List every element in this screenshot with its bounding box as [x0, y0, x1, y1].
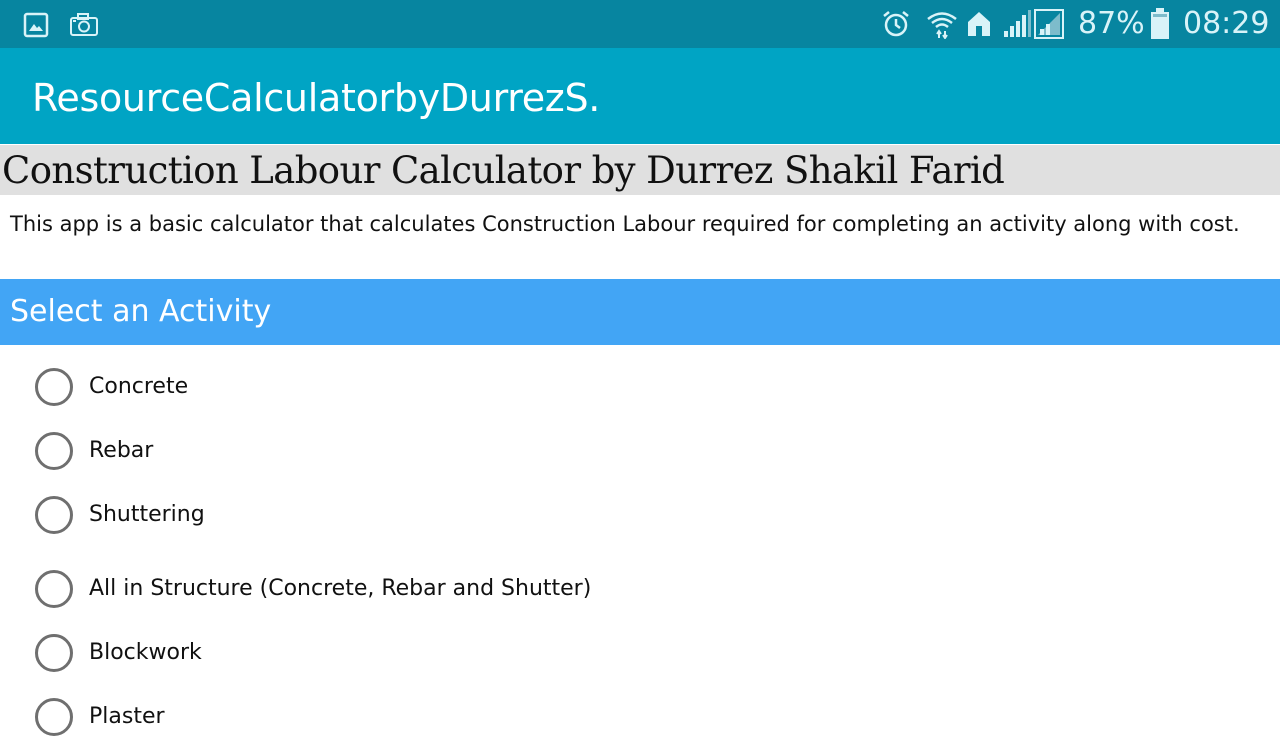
app-description: This app is a basic calculator that calc… [10, 212, 1240, 236]
radio-shuttering[interactable]: Shuttering [35, 492, 205, 538]
radio-label: Concrete [89, 374, 189, 399]
gallery-icon [23, 12, 49, 42]
radio-button-icon[interactable] [35, 368, 73, 406]
camera-icon [69, 12, 99, 42]
wifi-icon [926, 9, 958, 43]
alarm-icon [881, 9, 911, 43]
status-bar: 87% 08:29 [0, 0, 1280, 48]
app-title: ResourceCalculatorbyDurrezS. [32, 76, 601, 120]
section-header: Select an Activity [0, 279, 1280, 345]
radio-all-in-structure[interactable]: All in Structure (Concrete, Rebar and Sh… [35, 566, 591, 612]
battery-percent: 87% [1078, 6, 1145, 41]
radio-plaster[interactable]: Plaster [35, 694, 165, 740]
radio-button-icon[interactable] [35, 698, 73, 736]
radio-concrete[interactable]: Concrete [35, 364, 188, 410]
signal-2-icon [1034, 9, 1064, 43]
radio-rebar[interactable]: Rebar [35, 428, 153, 474]
radio-label: All in Structure (Concrete, Rebar and Sh… [89, 576, 592, 601]
radio-button-icon[interactable] [35, 496, 73, 534]
section-title: Select an Activity [10, 294, 272, 329]
status-time: 08:29 [1183, 6, 1270, 41]
radio-label: Shuttering [89, 502, 205, 527]
radio-button-icon[interactable] [35, 634, 73, 672]
radio-label: Plaster [89, 704, 165, 729]
battery-icon [1150, 8, 1170, 44]
radio-label: Blockwork [89, 640, 202, 665]
radio-button-icon[interactable] [35, 432, 73, 470]
radio-button-icon[interactable] [35, 570, 73, 608]
signal-icon [1002, 9, 1032, 43]
heading-bar: Construction Labour Calculator by Durrez… [0, 145, 1280, 195]
app-bar: ResourceCalculatorbyDurrezS. [0, 48, 1280, 144]
radio-blockwork[interactable]: Blockwork [35, 630, 202, 676]
radio-label: Rebar [89, 438, 154, 463]
home-network-icon [966, 10, 992, 42]
page-heading: Construction Labour Calculator by Durrez… [2, 149, 1005, 192]
